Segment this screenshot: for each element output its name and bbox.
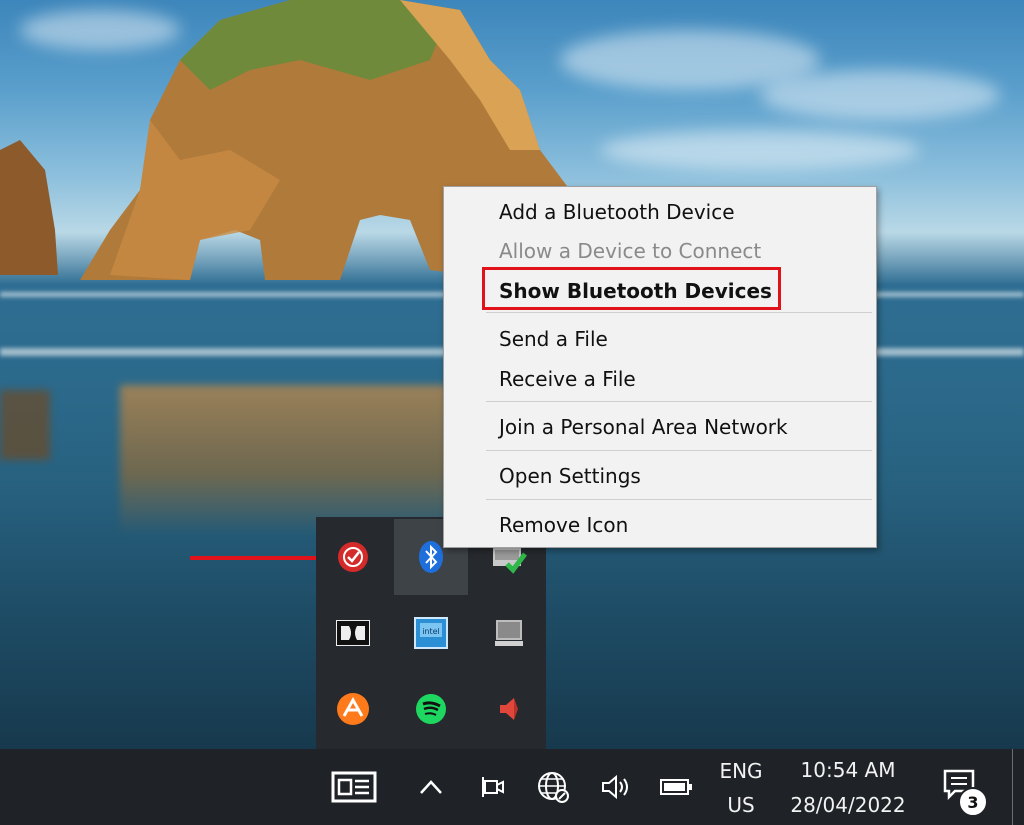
clock-time[interactable]: 10:54 AM	[784, 756, 912, 784]
news-widget-icon[interactable]	[328, 767, 380, 807]
intel-graphics-icon[interactable]: intel	[394, 595, 468, 671]
rock-left-image	[0, 140, 58, 275]
cloud	[760, 70, 1000, 120]
security-shield-icon[interactable]	[316, 519, 390, 595]
spotify-icon[interactable]	[394, 671, 468, 747]
menu-item-add-bluetooth-device[interactable]: Add a Bluetooth Device	[499, 197, 735, 227]
show-hidden-icons-chevron[interactable]	[414, 769, 448, 805]
highlight-box	[482, 267, 781, 310]
clock-date[interactable]: 28/04/2022	[784, 791, 912, 819]
menu-item-open-settings[interactable]: Open Settings	[499, 461, 641, 491]
menu-separator	[486, 499, 872, 500]
menu-separator	[486, 401, 872, 402]
svg-text:intel: intel	[422, 627, 440, 636]
rock-reflection	[0, 390, 50, 460]
menu-separator	[486, 450, 872, 451]
battery-icon[interactable]	[656, 769, 696, 805]
show-desktop-button[interactable]	[1012, 749, 1024, 825]
tray-overflow-flyout: intel	[316, 517, 546, 749]
menu-separator	[486, 312, 872, 313]
dolby-icon[interactable]	[316, 595, 390, 671]
bluetooth-context-menu: Add a Bluetooth Device Allow a Device to…	[443, 186, 877, 548]
volume-icon[interactable]	[597, 769, 633, 805]
network-globe-icon[interactable]	[533, 768, 573, 806]
tablet-display-icon[interactable]	[472, 595, 546, 671]
notifications-icon[interactable]: 3	[938, 765, 988, 817]
menu-item-join-pan[interactable]: Join a Personal Area Network	[499, 412, 788, 442]
rock-reflection	[120, 385, 450, 535]
avast-icon[interactable]	[316, 671, 390, 747]
speaker-red-icon[interactable]	[472, 671, 546, 747]
menu-item-remove-icon[interactable]: Remove Icon	[499, 510, 628, 540]
cloud	[600, 130, 920, 170]
menu-item-receive-file[interactable]: Receive a File	[499, 364, 636, 394]
language-indicator[interactable]: ENG	[712, 757, 770, 785]
taskbar: ENG US 10:54 AM 28/04/2022 3	[0, 749, 1024, 825]
region-indicator[interactable]: US	[712, 791, 770, 819]
notification-count-badge: 3	[958, 787, 988, 817]
menu-item-allow-device-connect: Allow a Device to Connect	[499, 239, 762, 263]
meet-now-icon[interactable]	[476, 769, 510, 805]
menu-item-send-file[interactable]: Send a File	[499, 324, 608, 354]
